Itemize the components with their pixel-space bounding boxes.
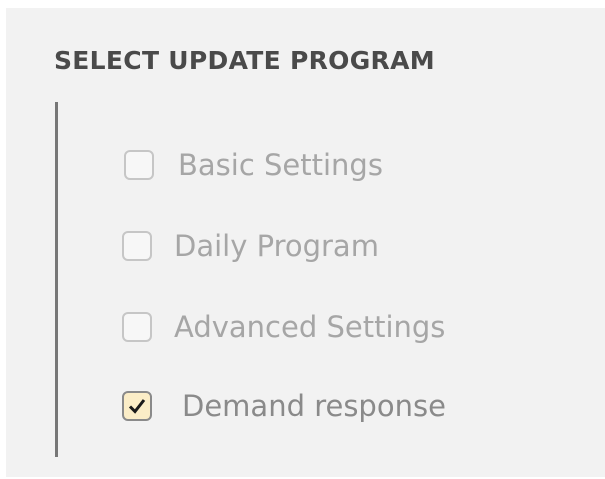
section-title: SELECT UPDATE PROGRAM	[54, 46, 435, 75]
demand-response-label: Demand response	[182, 389, 446, 423]
demand-response-checkbox[interactable]	[122, 391, 152, 421]
checkmark-icon	[128, 399, 146, 414]
basic-settings-checkbox[interactable]	[124, 150, 154, 180]
option-advanced-settings[interactable]: Advanced Settings	[122, 306, 445, 348]
option-demand-response[interactable]: Demand response	[122, 385, 446, 427]
daily-program-checkbox[interactable]	[122, 231, 152, 261]
option-basic-settings[interactable]: Basic Settings	[124, 144, 383, 186]
basic-settings-label: Basic Settings	[178, 148, 383, 182]
advanced-settings-checkbox[interactable]	[122, 312, 152, 342]
vertical-divider	[55, 102, 58, 457]
daily-program-label: Daily Program	[174, 229, 379, 263]
update-program-panel: SELECT UPDATE PROGRAM Basic Settings Dai…	[6, 8, 605, 477]
option-daily-program[interactable]: Daily Program	[122, 225, 379, 267]
advanced-settings-label: Advanced Settings	[174, 310, 446, 344]
